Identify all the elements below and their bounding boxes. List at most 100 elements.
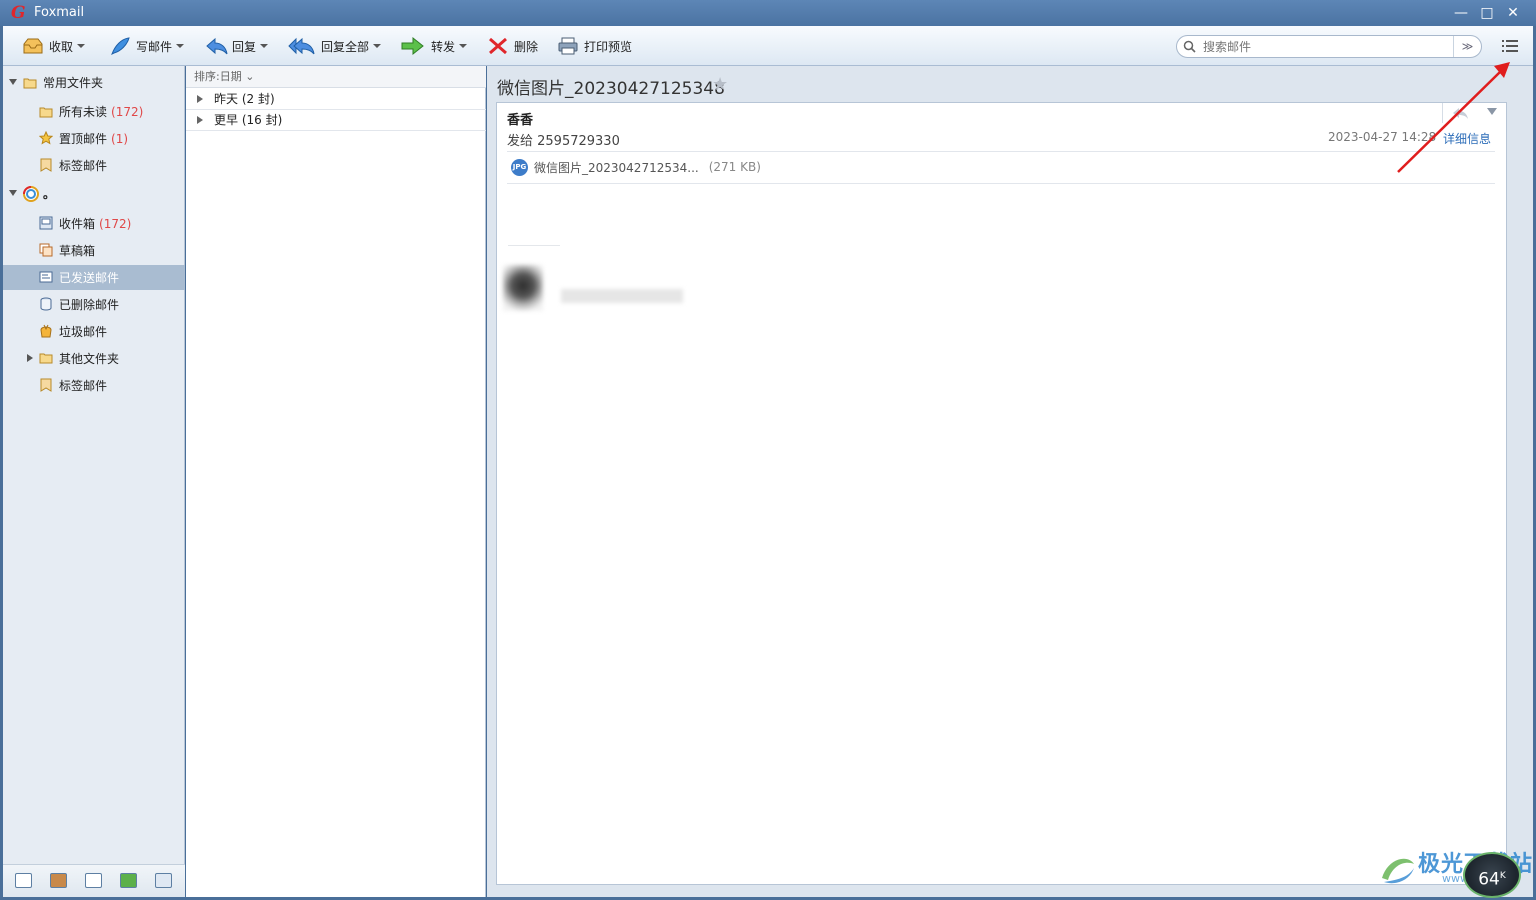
chevron-down-icon[interactable] [260,44,269,48]
folder-label: 标签邮件 [59,379,108,393]
attachment-size: (271 KB) [708,160,761,174]
calendar-icon[interactable] [85,873,102,888]
folder-icon [39,353,53,364]
compose-button[interactable]: 写邮件 [109,34,185,58]
speed-widget: 64K [1463,852,1521,898]
unread-count: (172) [111,105,144,119]
search-input[interactable] [1203,38,1443,55]
folder-inbox[interactable]: 收件箱 (172) [3,211,185,236]
folder-tagged[interactable]: 标签邮件 [3,153,185,178]
reply-arrow-icon [205,36,228,56]
folder-label: 常用文件夹 [43,76,104,90]
folder-deleted[interactable]: 已删除邮件 [3,292,185,317]
account-icon [23,186,39,202]
reply-all-label: 回复全部 [321,39,370,54]
folder-sent[interactable]: 已发送邮件 [3,265,185,290]
folder-label: 已删除邮件 [59,298,120,312]
chevron-down-icon[interactable] [459,44,468,48]
sidebar-bottom-bar [3,864,185,897]
minimize-button[interactable]: — [1452,4,1470,22]
signature-divider [508,245,560,246]
attachment-name: 微信图片_2023042712534... [534,160,699,175]
reply-button[interactable]: 回复 [205,34,269,58]
blurred-signature-text [561,289,683,303]
pinned-count: (1) [111,132,129,146]
folder-label: 收件箱 [59,217,96,231]
sort-dropdown[interactable]: 排序:日期 ⌄ [186,66,486,88]
message-card: 香香 发给 2595729330 2023-04-27 14:28 详细信息 J… [496,102,1507,885]
recipient-line: 发给 2595729330 [507,134,620,149]
chevron-down-icon[interactable] [77,44,86,48]
divider [507,151,1495,152]
folder-sidebar: 常用文件夹 所有未读 (172) 置顶邮件 (1) 标签邮件 。 收件箱 (172) … [3,66,185,897]
message-list: 排序:日期 ⌄ 昨天 (2 封) 更早 (16 封) [186,66,486,897]
junk-icon [40,324,52,338]
print-preview-button[interactable]: 打印预览 [557,34,632,58]
group-label: 昨天 (2 封) [214,92,275,106]
delete-label: 删除 [514,39,539,54]
printer-icon [557,36,579,56]
tag-icon [40,378,52,392]
trash-icon [40,297,52,311]
quill-pen-icon [109,36,131,56]
chevron-down-icon[interactable] [176,44,185,48]
forward-label: 转发 [431,39,456,54]
folder-all-unread[interactable]: 所有未读 (172) [3,99,185,124]
folder-label: 已发送邮件 [59,271,120,285]
expand-arrow-icon[interactable] [9,79,17,85]
speed-unit: K [1499,871,1506,881]
folder-tagged-account[interactable]: 标签邮件 [3,373,185,398]
folder-other[interactable]: 其他文件夹 [3,346,185,371]
folder-label: 垃圾邮件 [59,325,108,339]
expand-arrow-icon[interactable] [27,354,33,362]
reply-all-arrow-icon [288,36,316,56]
contacts-icon[interactable] [50,873,67,888]
notes-icon[interactable] [120,873,137,888]
sent-icon [39,271,53,283]
account-row[interactable]: 。 [3,181,185,206]
blurred-avatar [503,265,543,311]
delete-button[interactable]: 删除 [487,34,538,58]
tasks-icon[interactable] [155,873,172,888]
folder-pinned[interactable]: 置顶邮件 (1) [3,126,185,151]
sender-name[interactable]: 香香 [507,109,533,128]
group-earlier[interactable]: 更早 (16 封) [186,110,486,131]
group-yesterday[interactable]: 昨天 (2 封) [186,89,486,110]
search-options-button[interactable]: ≫ [1453,36,1481,57]
group-label: 更早 (16 封) [214,113,283,127]
drafts-icon [39,243,53,257]
search-icon [1183,40,1196,53]
annotation-arrow-icon [1397,62,1510,173]
account-name: 。 [43,187,56,201]
maximize-button[interactable]: □ [1478,4,1496,22]
chevron-down-icon[interactable] [373,44,382,48]
watermark-logo-icon [1382,858,1414,884]
folder-label: 所有未读 [59,105,108,119]
folder-label: 标签邮件 [59,159,108,173]
folder-group-common[interactable]: 常用文件夹 [3,70,185,95]
print-preview-label: 打印预览 [584,39,633,54]
menu-list-icon[interactable] [1500,37,1520,55]
close-button[interactable]: ✕ [1504,4,1522,22]
expand-arrow-icon[interactable] [197,95,203,103]
inbox-icon [39,216,53,230]
expand-arrow-icon[interactable] [197,116,203,124]
forward-arrow-icon [400,36,426,56]
jpg-file-icon: JPG [511,158,528,176]
watermark: 极光下载站 www.xz7.com 64K [1378,846,1534,898]
reply-all-button[interactable]: 回复全部 [288,34,382,58]
star-icon[interactable]: ★ [712,74,728,95]
receive-button[interactable]: 收取 [22,34,86,58]
folder-icon [23,78,37,89]
attachment-item[interactable]: JPG 微信图片_2023042712534... (271 KB) [511,158,761,176]
folder-label: 草稿箱 [59,244,96,258]
title-bar: G Foxmail — □ ✕ [0,0,1536,26]
expand-arrow-icon[interactable] [9,190,17,196]
folder-junk[interactable]: 垃圾邮件 [3,319,185,344]
forward-button[interactable]: 转发 [400,34,468,58]
folder-drafts[interactable]: 草稿箱 [3,238,185,263]
tag-icon [40,158,52,172]
mail-view-icon[interactable] [15,873,32,888]
search-box: ≫ [1176,35,1482,58]
reading-pane: 微信图片_20230427125348 ★ 香香 发给 2595729330 2… [487,66,1533,897]
